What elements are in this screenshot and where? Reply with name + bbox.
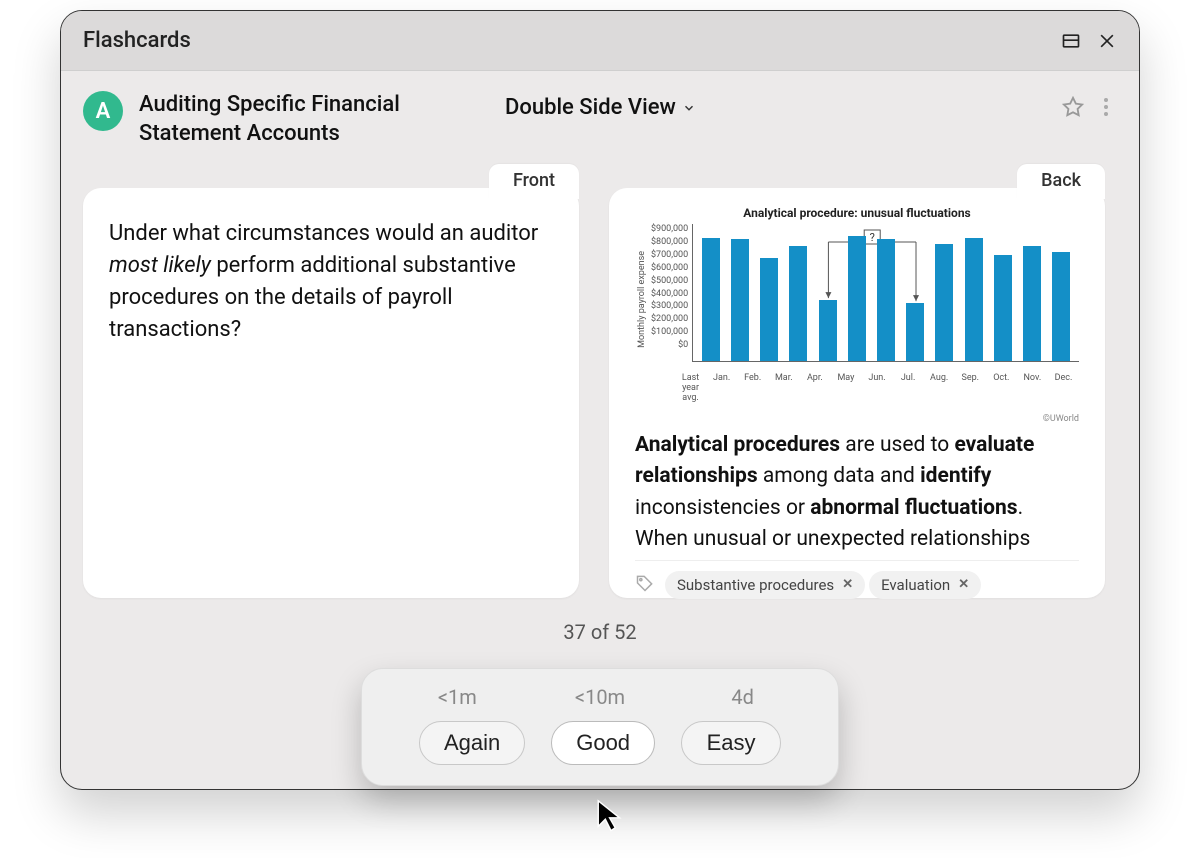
interval-easy: 4d [671,685,814,709]
card-tags: Substantive procedures ✕ Evaluation ✕ [635,560,1079,599]
window-title: Flashcards [83,28,191,53]
card-front-text: Under what circumstances would an audito… [109,218,553,346]
chart-bar [789,246,807,362]
window-titlebar: Flashcards [61,11,1139,71]
chart-bar [760,258,778,362]
view-mode-selector[interactable]: Double Side View [505,95,696,120]
chart-bar [965,238,983,361]
good-button[interactable]: Good [551,721,655,765]
chart-bar [906,303,924,361]
tag-remove-icon[interactable]: ✕ [842,577,853,592]
interval-again: <1m [386,685,529,709]
deck-avatar: A [83,91,123,131]
chart-title: Analytical procedure: unusual fluctuatio… [635,206,1079,220]
interval-good: <10m [529,685,672,709]
chart-bar [1052,252,1070,362]
again-button[interactable]: Again [419,721,525,765]
card-top-actions [1061,95,1109,119]
cards-row: Front Under what circumstances would an … [83,188,1117,598]
chevron-down-icon [682,101,696,115]
chart-bar [994,255,1012,362]
close-icon[interactable] [1097,31,1117,51]
chart-bar [702,238,720,361]
chart-bar [877,239,895,361]
svg-text:?: ? [870,231,875,244]
deck-header: A Auditing Specific Financial Statement … [83,91,1117,148]
tag-label: Substantive procedures [677,576,834,594]
chart-bar [819,300,837,361]
star-icon[interactable] [1061,95,1085,119]
card-front: Front Under what circumstances would an … [83,188,579,598]
card-back-tab: Back [1017,164,1105,199]
card-back-text: Analytical procedures are used to evalua… [635,430,1079,550]
tag-remove-icon[interactable]: ✕ [958,577,969,592]
window-layout-icon[interactable] [1061,31,1081,51]
chart-bar [848,236,866,361]
tag-chip[interactable]: Substantive procedures ✕ [665,571,865,599]
card-counter: 37 of 52 [83,620,1117,644]
window-controls [1061,31,1117,51]
chart-ylabel: Monthly payroll expense [635,251,649,348]
chart-attribution: ©UWorld [635,414,1079,424]
back-chart: Analytical procedure: unusual fluctuatio… [635,196,1079,424]
chart-yticks: $900,000$800,000$700,000$600,000$500,000… [649,224,692,362]
chart-plot: ? [692,224,1079,362]
card-front-tab: Front [489,164,579,199]
card-back: Back Analytical procedure: unusual fluct… [609,188,1105,598]
chart-bar [935,244,953,361]
more-menu-icon[interactable] [1103,96,1109,118]
tag-chip[interactable]: Evaluation ✕ [869,571,981,599]
tag-icon [635,573,655,597]
easy-button[interactable]: Easy [681,721,781,765]
chart-xticks: Lastyearavg.Jan.Feb.Mar.Apr.MayJun.Jul.A… [635,374,1079,404]
deck-title: Auditing Specific Financial Statement Ac… [139,91,449,148]
rating-bar: <1m <10m 4d Again Good Easy [361,668,839,786]
chart-bar [731,239,749,361]
rating-intervals: <1m <10m 4d [386,685,814,709]
chart-bar [1023,246,1041,362]
tag-label: Evaluation [881,576,950,594]
view-mode-label: Double Side View [505,95,676,120]
cursor-icon [594,798,628,836]
